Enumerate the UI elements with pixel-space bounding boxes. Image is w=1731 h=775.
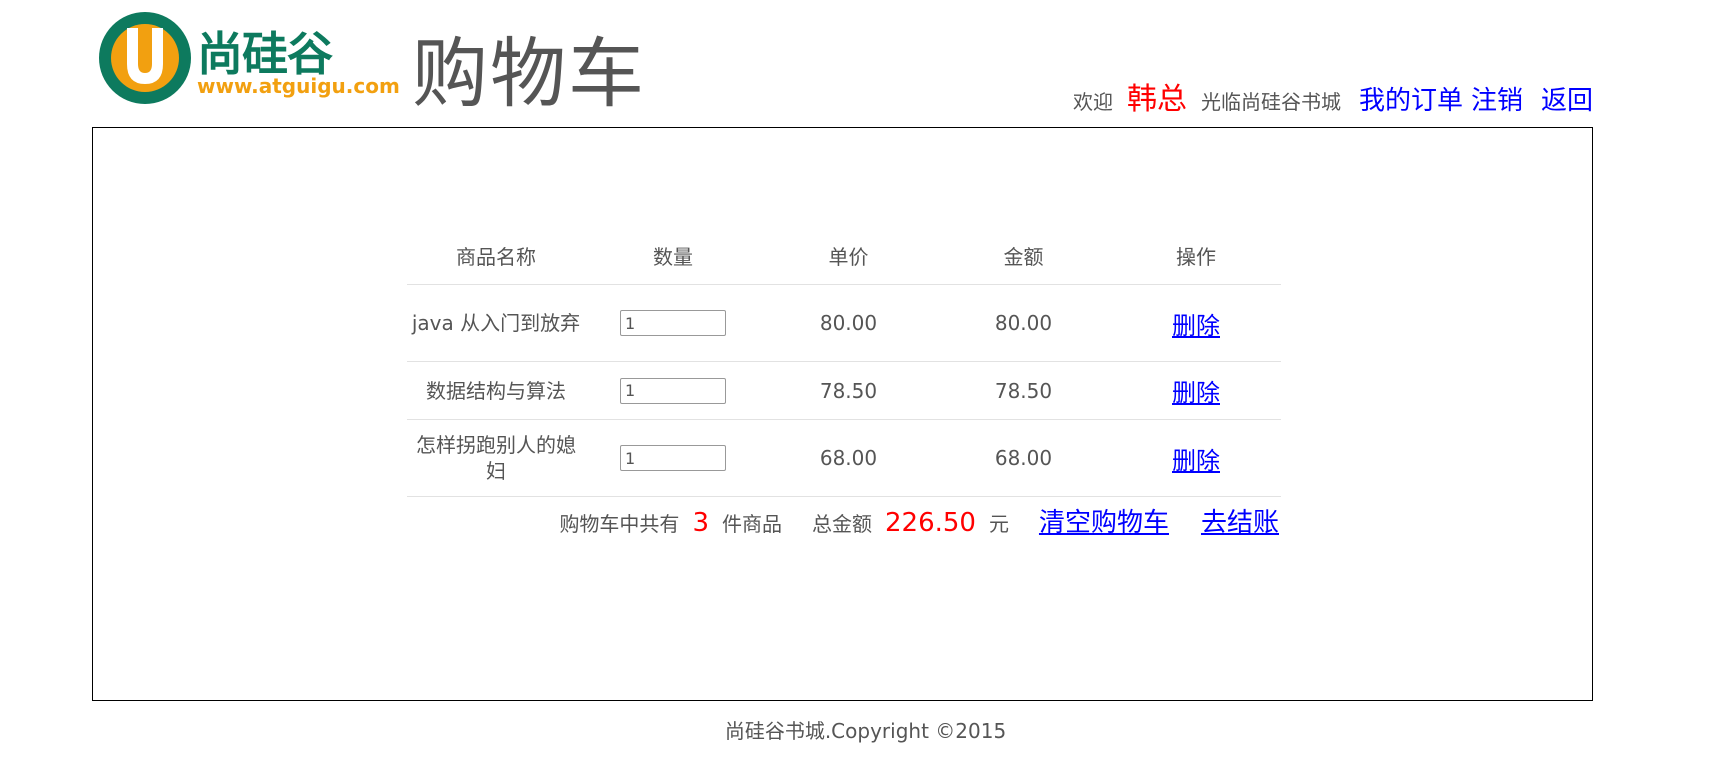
- clear-cart-link[interactable]: 清空购物车: [1039, 502, 1169, 539]
- page-title: 购物车: [412, 29, 646, 118]
- item-name: 数据结构与算法: [407, 361, 585, 420]
- item-amount: 68.00: [936, 419, 1111, 497]
- quantity-input[interactable]: [620, 310, 726, 337]
- table-row: java 从入门到放弃 80.00 80.00 删除: [407, 284, 1281, 362]
- total-suffix: 元: [988, 512, 1009, 536]
- welcome-prefix: 欢迎: [1072, 90, 1113, 114]
- table-row: 怎样拐跑别人的媳妇 68.00 68.00 删除: [407, 419, 1281, 497]
- item-quantity-cell: [585, 361, 761, 420]
- logout-link[interactable]: 注销: [1471, 80, 1523, 117]
- total-amount: 226.50: [884, 508, 976, 538]
- item-quantity-cell: [585, 284, 761, 362]
- table-row: 数据结构与算法 78.50 78.50 删除: [407, 361, 1281, 420]
- logo-url-text: www.atguigu.com: [197, 74, 400, 98]
- checkout-link[interactable]: 去结账: [1201, 502, 1279, 539]
- item-quantity-cell: [585, 419, 761, 497]
- back-link[interactable]: 返回: [1541, 80, 1593, 117]
- header: 尚硅谷 www.atguigu.com 购物车 欢迎 韩总 光临尚硅谷书城 我的…: [0, 0, 1731, 120]
- delete-link[interactable]: 删除: [1172, 312, 1220, 340]
- welcome-suffix: 光临尚硅谷书城: [1200, 90, 1341, 114]
- table-header-row: 商品名称 数量 单价 金额 操作: [407, 226, 1281, 285]
- quantity-input[interactable]: [620, 445, 726, 472]
- logo-u-icon: [99, 12, 191, 104]
- delete-link[interactable]: 删除: [1172, 447, 1220, 475]
- total-prefix: 总金额: [811, 512, 872, 536]
- cart-summary: 购物车中共有 3 件商品 总金额 226.50 元 清空购物车 去结账: [559, 502, 1279, 539]
- col-header-quantity: 数量: [585, 226, 761, 285]
- item-amount: 78.50: [936, 361, 1111, 420]
- footer-copyright: 尚硅谷书城.Copyright ©2015: [724, 719, 1007, 743]
- cart-table: 商品名称 数量 单价 金额 操作 java 从入门到放弃 80.00 80.00…: [407, 226, 1281, 497]
- item-count: 3: [692, 508, 709, 538]
- item-price: 78.50: [761, 361, 936, 420]
- item-action-cell: 删除: [1111, 419, 1281, 497]
- my-orders-link[interactable]: 我的订单: [1359, 80, 1463, 117]
- col-header-action: 操作: [1111, 226, 1281, 285]
- quantity-input[interactable]: [620, 377, 726, 404]
- item-name: java 从入门到放弃: [407, 284, 585, 362]
- delete-link[interactable]: 删除: [1172, 379, 1220, 407]
- cart-panel: 商品名称 数量 单价 金额 操作 java 从入门到放弃 80.00 80.00…: [92, 127, 1593, 701]
- col-header-price: 单价: [761, 226, 936, 285]
- user-bar: 欢迎 韩总 光临尚硅谷书城 我的订单 注销 返回: [1072, 74, 1593, 117]
- item-amount: 80.00: [936, 284, 1111, 362]
- username: 韩总: [1126, 82, 1187, 117]
- item-action-cell: 删除: [1111, 284, 1281, 362]
- col-header-amount: 金额: [936, 226, 1111, 285]
- item-name: 怎样拐跑别人的媳妇: [407, 419, 585, 497]
- logo[interactable]: 尚硅谷 www.atguigu.com: [97, 8, 407, 104]
- col-header-name: 商品名称: [407, 226, 585, 285]
- count-prefix: 购物车中共有: [559, 512, 680, 536]
- item-price: 68.00: [761, 419, 936, 497]
- item-price: 80.00: [761, 284, 936, 362]
- count-suffix: 件商品: [721, 512, 782, 536]
- item-action-cell: 删除: [1111, 361, 1281, 420]
